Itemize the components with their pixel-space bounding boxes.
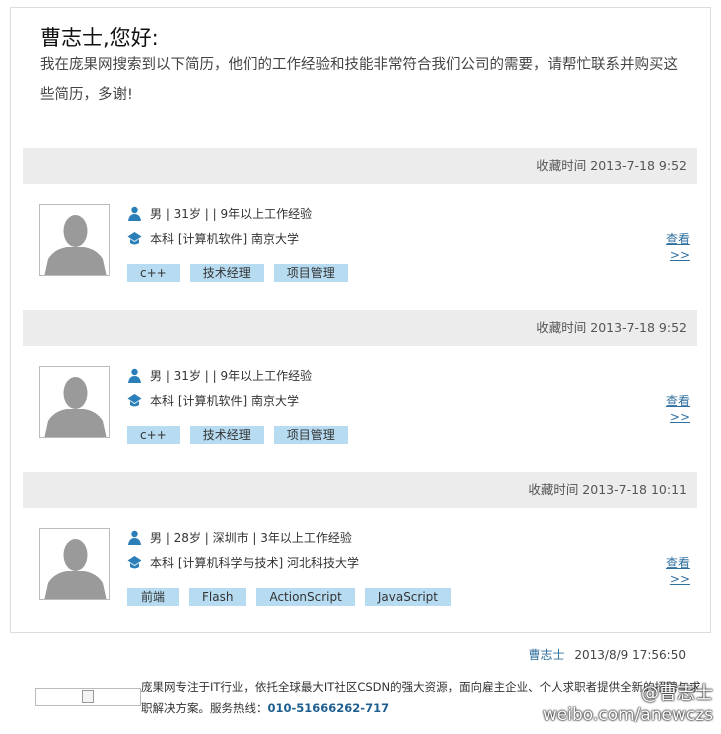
person-icon	[128, 368, 141, 383]
avatar[interactable]	[39, 204, 110, 276]
skill-tag: Flash	[189, 588, 247, 606]
greeting: 曹志士,您好:	[40, 26, 159, 50]
profile-line: 男 | 31岁 | | 9年以上工作经验	[127, 204, 312, 222]
skill-tag: JavaScript	[364, 588, 451, 606]
intro-text: 我在庞果网搜索到以下简历，他们的工作经验和技能非常符合我们公司的需要，请帮忙联系…	[40, 57, 678, 103]
view-arrow[interactable]: >>	[664, 247, 690, 263]
sent-datetime: 2013/8/9 17:56:50	[574, 648, 686, 662]
profile-text: 男 | 31岁 | | 9年以上工作经验	[150, 206, 313, 221]
skill-tag: ActionScript	[256, 588, 355, 606]
graduation-cap-icon	[127, 555, 142, 568]
skill-tag: 技术经理	[189, 264, 264, 282]
profile-line: 男 | 31岁 | | 9年以上工作经验	[127, 366, 312, 384]
skill-tag: c++	[127, 264, 180, 282]
skill-tag: 技术经理	[189, 426, 264, 444]
education-text: 本科 [计算机软件] 南京大学	[150, 231, 299, 246]
view-arrow[interactable]: >>	[664, 571, 690, 587]
view-resume-link[interactable]: 查看 >>	[664, 393, 690, 425]
skill-tags: c++ 技术经理 项目管理	[127, 426, 348, 444]
logo-image-placeholder[interactable]	[35, 688, 141, 706]
saved-time: 收藏时间 2013-7-18 9:52	[536, 320, 687, 335]
profile-text: 男 | 31岁 | | 9年以上工作经验	[150, 368, 313, 383]
person-icon	[128, 206, 141, 221]
profile-line: 男 | 28岁 | 深圳市 | 3年以上工作经验	[127, 528, 352, 546]
saved-time: 收藏时间 2013-7-18 10:11	[528, 482, 687, 497]
saved-time-bar: 收藏时间 2013-7-18 9:52	[23, 148, 697, 184]
graduation-cap-icon	[127, 231, 142, 244]
avatar[interactable]	[39, 366, 110, 438]
avatar[interactable]	[39, 528, 110, 600]
signature: 曹志士 2013/8/9 17:56:50	[529, 646, 686, 663]
watermark-url: weibo.com/anewczs	[542, 705, 713, 725]
saved-time: 收藏时间 2013-7-18 9:52	[536, 158, 687, 173]
profile-text: 男 | 28岁 | 深圳市 | 3年以上工作经验	[150, 530, 352, 545]
education-line: 本科 [计算机科学与技术] 河北科技大学	[127, 553, 359, 571]
person-icon	[128, 530, 141, 545]
watermark-handle: @曹志士	[641, 683, 713, 704]
skill-tag: c++	[127, 426, 180, 444]
skill-tag: 前端	[127, 588, 179, 606]
education-line: 本科 [计算机软件] 南京大学	[127, 391, 299, 409]
resume-entry: 男 | 31岁 | | 9年以上工作经验 本科 [计算机软件] 南京大学 c++…	[23, 204, 697, 294]
resume-entry: 男 | 28岁 | 深圳市 | 3年以上工作经验 本科 [计算机科学与技术] 河…	[23, 528, 697, 618]
broken-image-icon	[82, 690, 94, 703]
skill-tags: c++ 技术经理 项目管理	[127, 264, 348, 282]
view-label[interactable]: 查看	[664, 393, 690, 409]
graduation-cap-icon	[127, 393, 142, 406]
education-line: 本科 [计算机软件] 南京大学	[127, 229, 299, 247]
service-hotline: 010-51666262-717	[267, 701, 390, 715]
education-text: 本科 [计算机科学与技术] 河北科技大学	[150, 555, 359, 570]
saved-time-bar: 收藏时间 2013-7-18 10:11	[23, 472, 697, 508]
education-text: 本科 [计算机软件] 南京大学	[150, 393, 299, 408]
skill-tags: 前端 Flash ActionScript JavaScript	[127, 588, 451, 606]
view-resume-link[interactable]: 查看 >>	[664, 555, 690, 587]
view-label[interactable]: 查看	[664, 231, 690, 247]
saved-time-bar: 收藏时间 2013-7-18 9:52	[23, 310, 697, 346]
skill-tag: 项目管理	[273, 264, 348, 282]
view-resume-link[interactable]: 查看 >>	[664, 231, 690, 263]
resume-entry: 男 | 31岁 | | 9年以上工作经验 本科 [计算机软件] 南京大学 c++…	[23, 366, 697, 456]
skill-tag: 项目管理	[273, 426, 348, 444]
view-label[interactable]: 查看	[664, 555, 690, 571]
sender-name[interactable]: 曹志士	[529, 648, 565, 662]
view-arrow[interactable]: >>	[664, 409, 690, 425]
